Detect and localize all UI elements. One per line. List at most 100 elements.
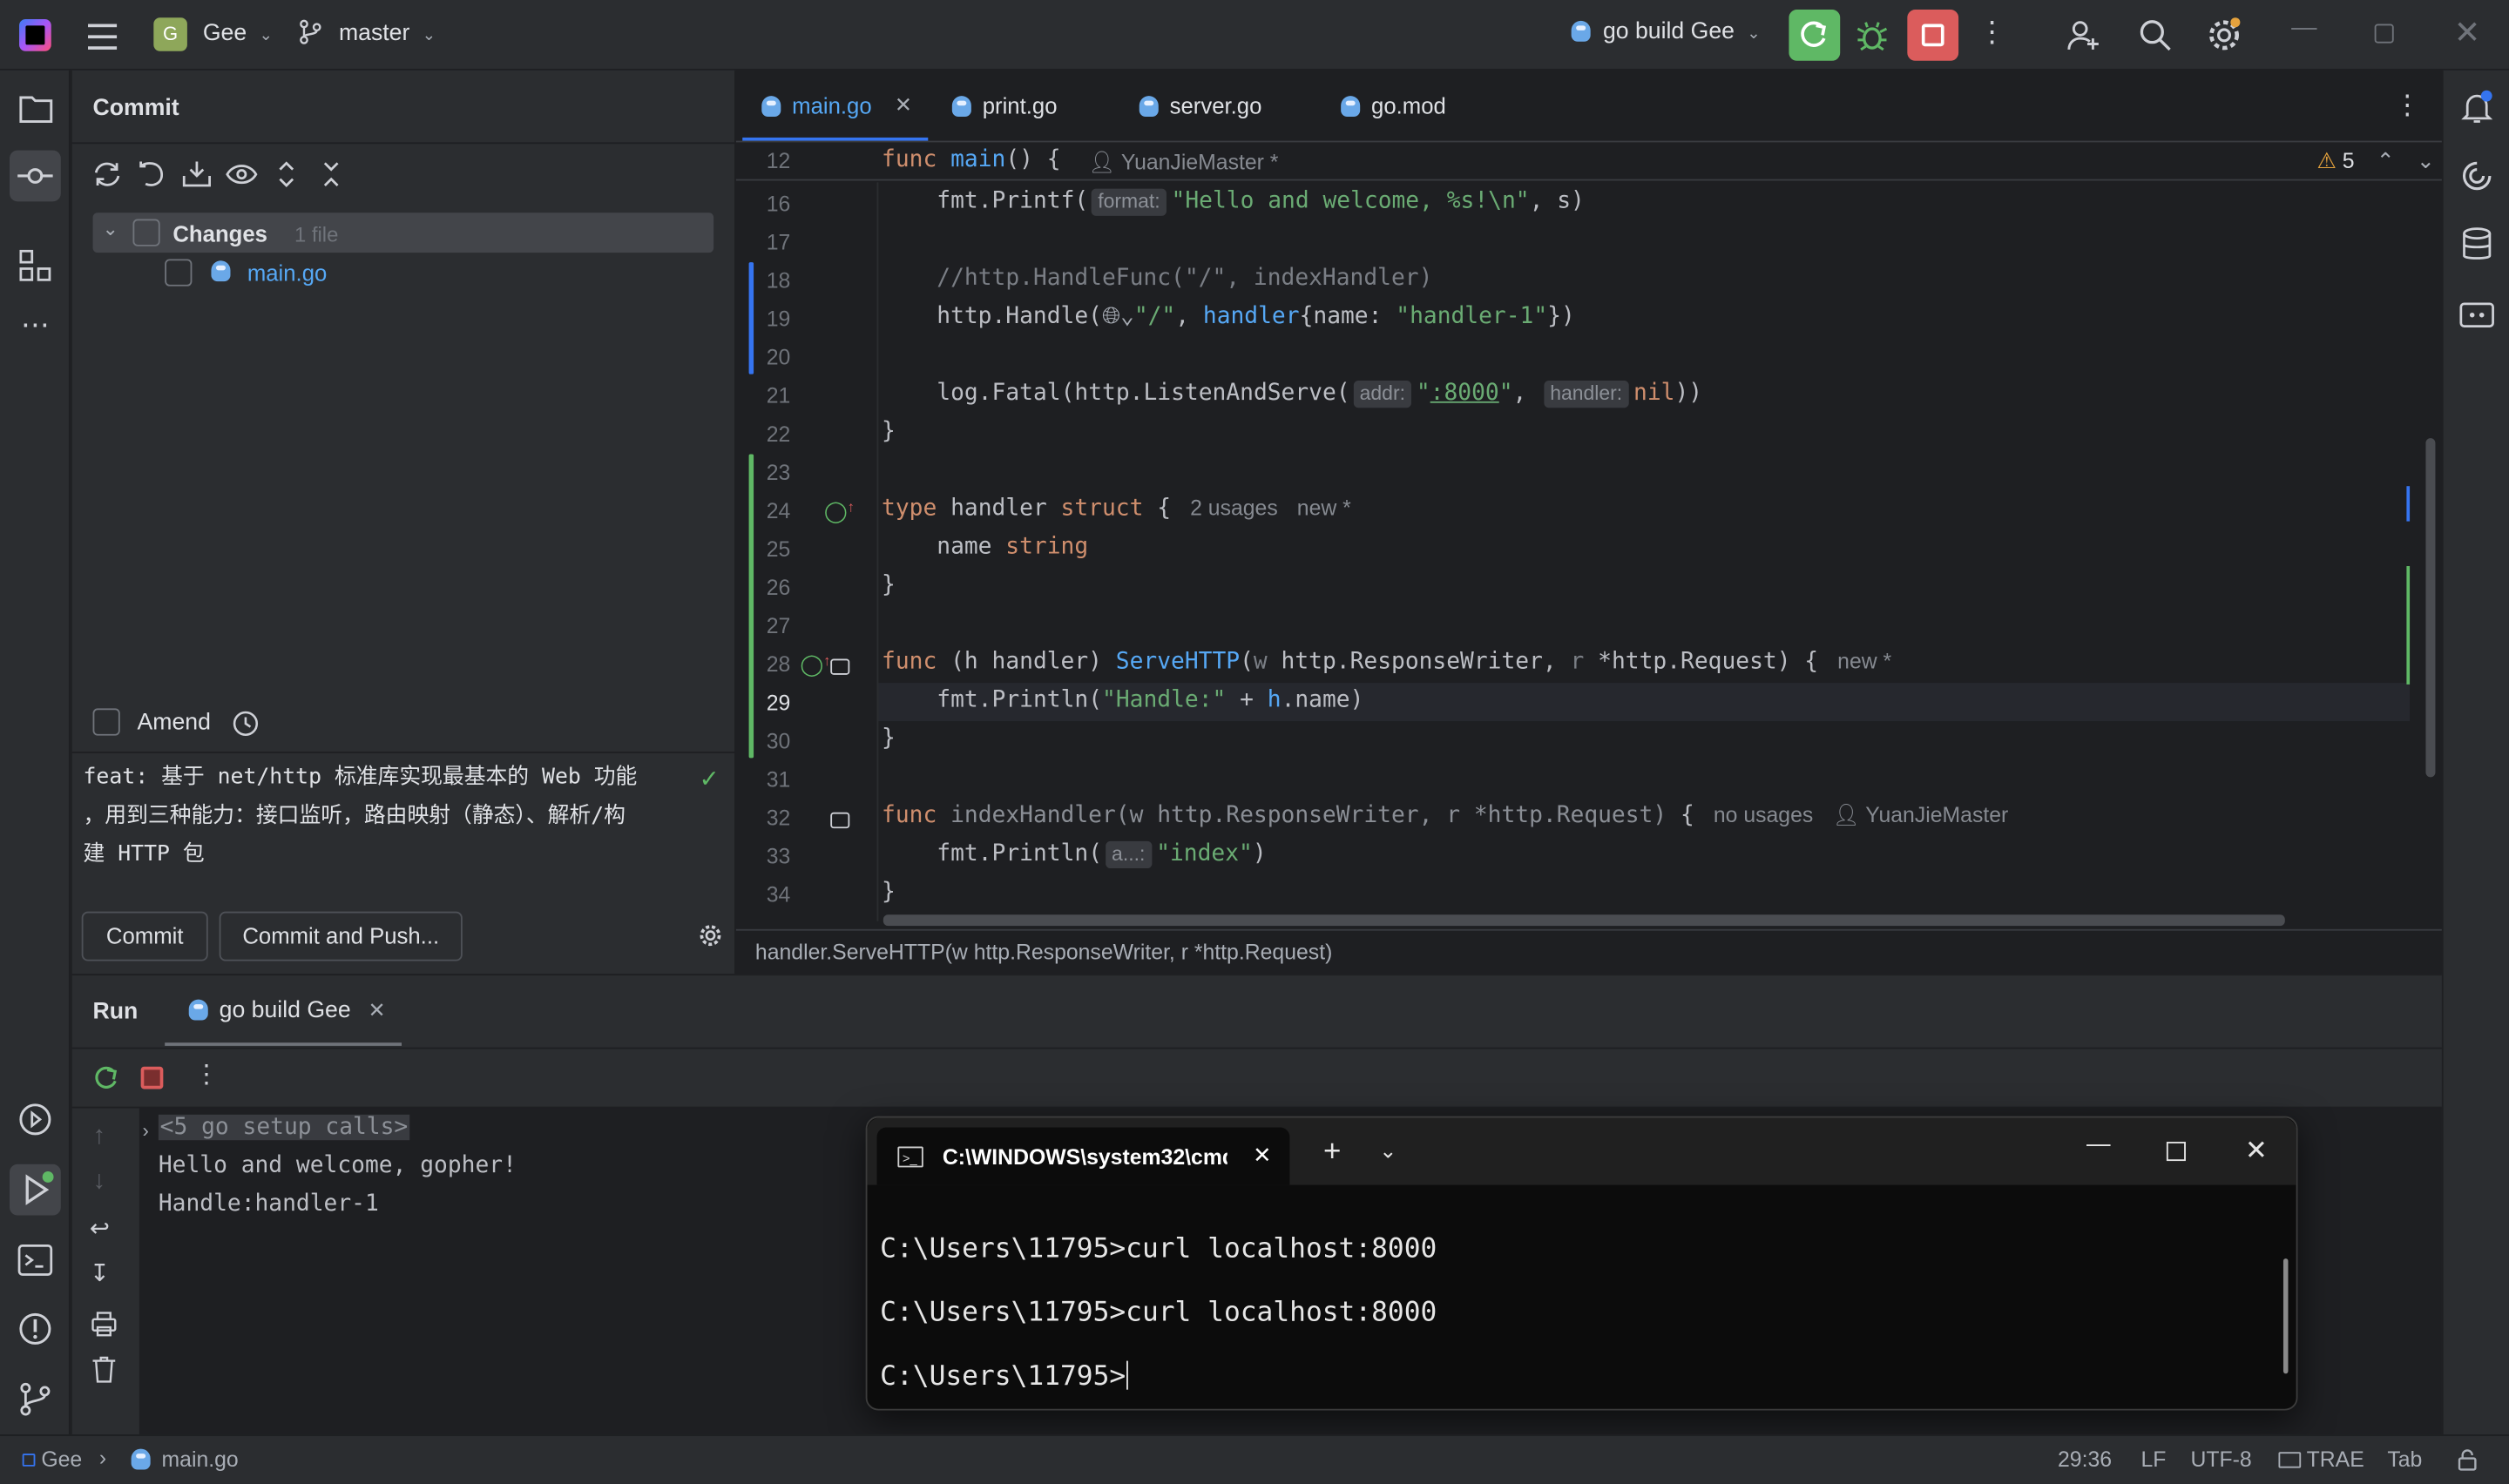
close-tab-icon[interactable]: ✕ xyxy=(368,998,385,1023)
maximize-icon[interactable] xyxy=(2166,1142,2186,1162)
close-window-icon[interactable]: ✕ xyxy=(2245,1136,2268,1168)
commit-history-clock-icon[interactable] xyxy=(232,710,259,742)
commit-and-push-button[interactable]: Commit and Push... xyxy=(219,911,463,961)
structure-icon[interactable] xyxy=(19,249,51,286)
close-tab-icon[interactable]: ✕ xyxy=(895,71,912,141)
run-tool-icon[interactable] xyxy=(10,1164,61,1216)
breadcrumb[interactable]: handler.ServeHTTP(w http.ResponseWriter,… xyxy=(755,941,1332,965)
project-widget[interactable]: G Gee ⌄ xyxy=(153,17,273,52)
left-tool-strip: ⋯ xyxy=(0,70,71,1435)
refresh-icon[interactable] xyxy=(91,160,124,194)
trae-plugin-widget[interactable]: TRAE xyxy=(2278,1447,2364,1471)
tab-go-mod[interactable]: go.mod xyxy=(1322,71,1513,141)
more-actions-icon[interactable]: ⋮ xyxy=(1978,17,2006,46)
stop-button[interactable] xyxy=(1907,10,1959,61)
tab-dropdown-chevron-icon[interactable]: ⌄ xyxy=(1379,1138,1397,1164)
plugin-window-icon[interactable] xyxy=(2459,300,2494,334)
terminal-tab[interactable]: >_ C:\WINDOWS\system32\cmd. ✕ xyxy=(876,1127,1290,1185)
code-area[interactable]: fmt.Printf(format: "Hello and welcome, %s… xyxy=(736,182,2442,921)
stop-icon[interactable] xyxy=(140,1066,164,1089)
new-tab-plus-icon[interactable]: + xyxy=(1323,1136,1341,1170)
status-file-crumb[interactable]: main.go xyxy=(131,1447,239,1471)
code-line: fmt.Printf(format: "Hello and welcome, %s… xyxy=(937,188,1585,216)
commit-button[interactable]: Commit xyxy=(81,911,208,961)
main-menu-icon[interactable] xyxy=(88,23,118,50)
soft-wrap-icon[interactable]: ↩ xyxy=(90,1217,110,1241)
show-diff-eye-icon[interactable] xyxy=(226,160,258,194)
user-icon: 👤︎ xyxy=(1087,150,1116,175)
scroll-down-arrow-icon[interactable]: ↓ xyxy=(93,1168,106,1194)
tab-main-go[interactable]: main.go ✕ xyxy=(742,71,929,141)
ai-assistant-icon[interactable] xyxy=(2459,159,2494,199)
database-icon[interactable] xyxy=(2461,227,2493,267)
close-tab-icon[interactable]: ✕ xyxy=(1253,1142,1272,1169)
cmd-terminal-window: >_ C:\WINDOWS\system32\cmd. ✕ + ⌄ — ✕ C:… xyxy=(865,1116,2298,1411)
file-checkbox[interactable] xyxy=(165,259,193,287)
file-encoding[interactable]: UTF-8 xyxy=(2190,1447,2251,1472)
terminal-icon[interactable] xyxy=(17,1245,53,1281)
close-window-icon[interactable]: ✕ xyxy=(2453,17,2482,50)
collapse-all-icon[interactable] xyxy=(320,160,342,194)
editor-horizontal-scrollbar[interactable] xyxy=(883,914,2285,927)
print-icon[interactable] xyxy=(91,1312,117,1342)
notifications-bell-icon[interactable] xyxy=(2459,90,2494,130)
scroll-to-end-icon[interactable]: ↧ xyxy=(90,1262,110,1286)
run-config-selector[interactable]: go build Gee ⌄ xyxy=(1571,19,1761,44)
git-icon[interactable] xyxy=(17,1381,52,1421)
restore-window-icon[interactable] xyxy=(2374,24,2394,44)
debug-button[interactable] xyxy=(1853,16,1891,54)
commit-message-line: feat: 基于 net/http 标准库实现最基本的 Web 功能 xyxy=(83,764,638,791)
amend-row[interactable]: Amend xyxy=(92,708,211,736)
search-icon[interactable] xyxy=(2138,17,2173,57)
cursor-position[interactable]: 29:36 xyxy=(2058,1447,2112,1472)
commit-tool-icon[interactable] xyxy=(10,150,61,202)
commit-message-input[interactable]: feat: 基于 net/http 标准库实现最基本的 Web 功能 ，用到三种… xyxy=(84,758,692,873)
rerun-icon[interactable] xyxy=(91,1063,120,1097)
indent-setting[interactable]: Tab xyxy=(2387,1447,2422,1472)
rerun-button[interactable] xyxy=(1789,10,1841,61)
amend-checkbox[interactable] xyxy=(92,708,120,736)
problems-icon[interactable] xyxy=(17,1312,52,1352)
trash-icon[interactable] xyxy=(91,1356,117,1388)
cmd-icon: >_ xyxy=(897,1146,923,1168)
read-only-toggle-icon[interactable] xyxy=(2456,1449,2479,1476)
more-options-icon[interactable]: ⋮ xyxy=(193,1062,219,1089)
next-highlight-icon[interactable]: ⌄ xyxy=(2417,149,2435,173)
tab-server-go[interactable]: server.go xyxy=(1120,71,1317,141)
changes-checkbox[interactable] xyxy=(132,219,160,246)
status-project-crumb[interactable]: Gee xyxy=(22,1447,82,1471)
terminal-tab-title: C:\WINDOWS\system32\cmd. xyxy=(942,1144,1227,1170)
sticky-header[interactable]: 12 func main() { 👤︎ YuanJieMaster * ⚠ 5 … xyxy=(735,144,2442,181)
terminal-scrollbar[interactable] xyxy=(2282,1258,2289,1374)
services-icon[interactable] xyxy=(17,1102,52,1142)
branch-widget[interactable]: master ⌄ xyxy=(298,19,436,46)
console-folded-line[interactable]: <5 go setup calls> xyxy=(158,1114,410,1141)
commit-options-gear-icon[interactable] xyxy=(698,922,723,953)
changed-file-row[interactable]: main.go xyxy=(165,259,327,293)
minimize-icon[interactable]: — xyxy=(2086,1130,2111,1157)
warnings-indicator[interactable]: ⚠ 5 ⌃ ⌄ xyxy=(2317,149,2435,174)
app-logo-icon xyxy=(19,19,51,51)
editor-vertical-scrollbar[interactable] xyxy=(2425,438,2436,778)
run-tab[interactable]: go build Gee ✕ xyxy=(165,998,402,1046)
tab-more-icon[interactable]: ⋮ xyxy=(2394,91,2421,118)
code-line: fmt.Println("Handle:" + h.name) xyxy=(882,687,1364,713)
code-line: } xyxy=(882,879,896,906)
go-file-icon xyxy=(131,1448,151,1470)
expand-all-icon[interactable] xyxy=(275,160,298,194)
terminal-prompt-line[interactable]: C:\Users\11795> xyxy=(880,1360,1128,1393)
changes-node[interactable]: ⌄ Changes 1 file xyxy=(92,212,714,253)
changed-file-name: main.go xyxy=(247,260,328,286)
settings-gear-icon[interactable] xyxy=(2205,16,2243,59)
previous-highlight-icon[interactable]: ⌃ xyxy=(2377,149,2395,173)
project-folder-icon[interactable] xyxy=(19,94,53,128)
tab-print-go[interactable]: print.go xyxy=(933,71,1119,141)
scroll-up-arrow-icon[interactable]: ↑ xyxy=(93,1123,106,1150)
rollback-icon[interactable] xyxy=(138,160,166,194)
minimize-window-icon[interactable]: — xyxy=(2291,15,2316,41)
shelve-icon[interactable] xyxy=(182,160,211,194)
more-tools-icon[interactable]: ⋯ xyxy=(16,310,54,339)
expand-chevron-icon[interactable]: › xyxy=(142,1119,148,1142)
add-user-icon[interactable] xyxy=(2066,17,2100,57)
line-separator[interactable]: LF xyxy=(2141,1447,2167,1472)
